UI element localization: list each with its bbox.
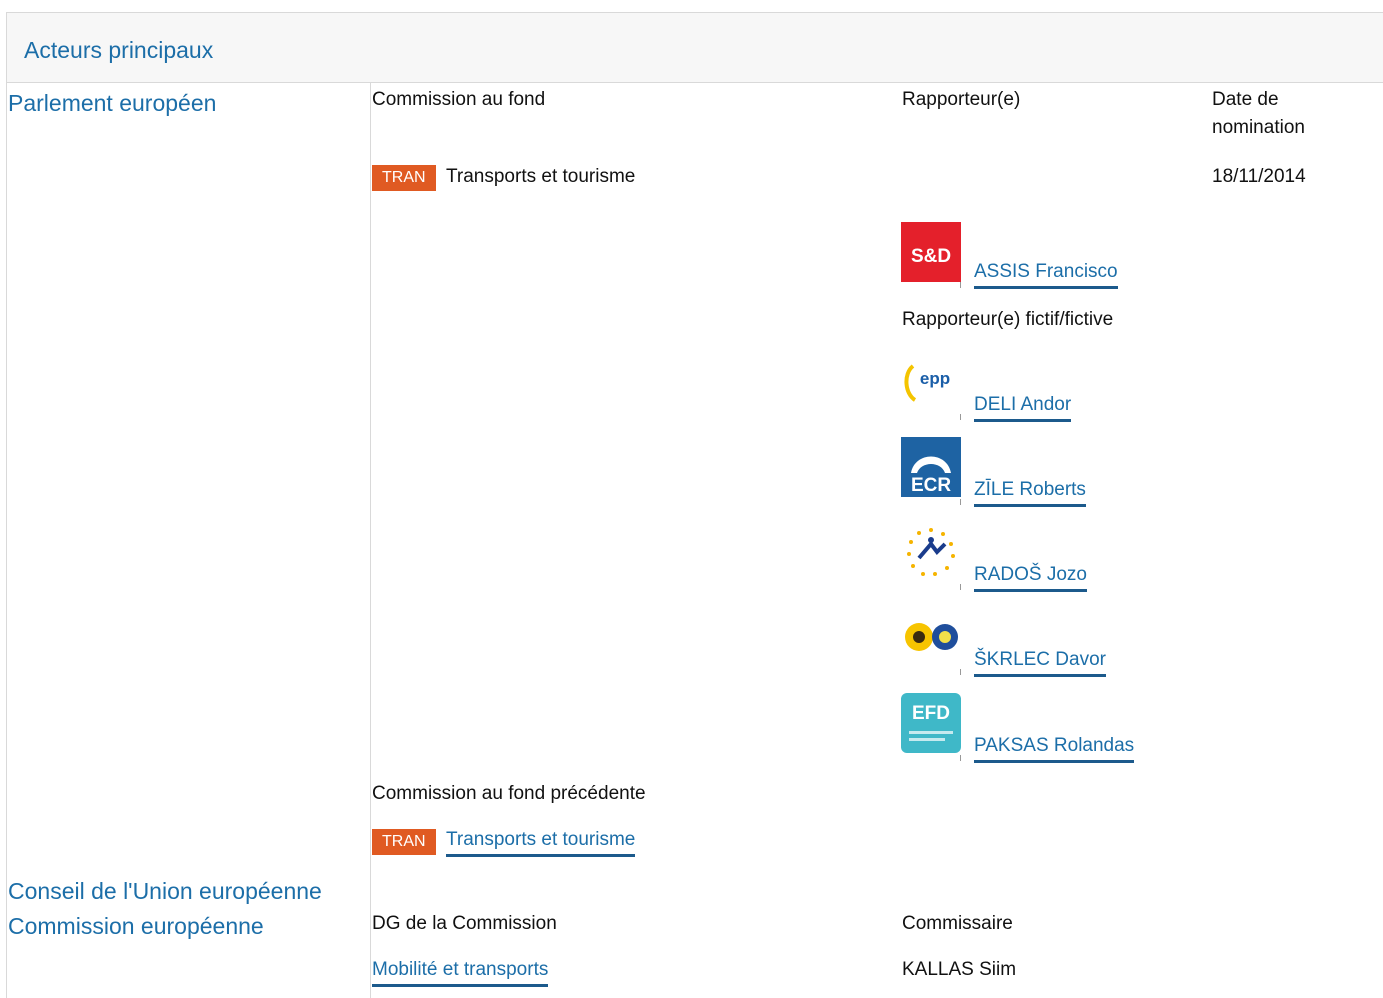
commissioner-name: KALLAS Siim xyxy=(902,959,1017,980)
institution-commission[interactable]: Commission européenne xyxy=(8,912,264,940)
shadow-link-skrlec[interactable]: ŠKRLEC Davor xyxy=(974,647,1106,677)
alde-group-logo xyxy=(901,522,961,582)
previous-committee-label: Commission au fond précédente xyxy=(372,783,646,804)
logo-tick xyxy=(960,282,961,288)
shadow-link-paksas[interactable]: PAKSAS Rolandas xyxy=(974,733,1135,763)
committee-name: Transports et tourisme xyxy=(446,166,636,187)
nomination-date: 18/11/2014 xyxy=(1212,166,1306,187)
logo-tick xyxy=(960,584,961,590)
logo-tick xyxy=(960,669,961,675)
logo-tick xyxy=(960,499,961,505)
shadow-rapporteur-label: Rapporteur(e) fictif/fictive xyxy=(902,309,1114,330)
dg-link[interactable]: Mobilité et transports xyxy=(372,957,549,987)
shadow-link-rados[interactable]: RADOŠ Jozo xyxy=(974,562,1087,592)
institution-parliament[interactable]: Parlement européen xyxy=(8,89,216,117)
ecr-group-logo: ECR xyxy=(901,437,961,497)
greens-efa-group-logo xyxy=(901,607,961,667)
rapporteur-link[interactable]: ASSIS Francisco xyxy=(974,259,1118,289)
efd-group-logo: EFD xyxy=(901,693,961,753)
col-header-dg: DG de la Commission xyxy=(372,913,557,934)
committee-code-badge: TRAN xyxy=(372,165,436,191)
col-header-committee: Commission au fond xyxy=(372,89,546,110)
section-header[interactable]: Acteurs principaux xyxy=(7,13,1383,83)
svg-text:S&D: S&D xyxy=(911,246,951,267)
section-title[interactable]: Acteurs principaux xyxy=(24,37,213,64)
col-header-commissioner: Commissaire xyxy=(902,913,1013,934)
institution-council[interactable]: Conseil de l'Union européenne xyxy=(8,877,322,905)
logo-tick xyxy=(960,414,961,420)
svg-text:ECR: ECR xyxy=(911,475,951,496)
shadow-link-zile[interactable]: ZĪLE Roberts xyxy=(974,477,1086,507)
logo-tick xyxy=(960,755,961,761)
svg-text:EFD: EFD xyxy=(912,703,950,724)
panel-border xyxy=(6,12,1383,998)
col-header-date: Date de nomination xyxy=(1212,89,1305,138)
sd-group-logo: S&D xyxy=(901,222,961,282)
epp-group-logo: epp xyxy=(901,352,961,412)
previous-committee-badge: TRAN xyxy=(372,829,436,855)
col-header-rapporteur: Rapporteur(e) xyxy=(902,89,1021,110)
shadow-link-deli[interactable]: DELI Andor xyxy=(974,392,1072,422)
column-divider xyxy=(370,83,371,998)
previous-committee-link[interactable]: Transports et tourisme xyxy=(446,827,636,857)
svg-text:epp: epp xyxy=(920,369,950,388)
